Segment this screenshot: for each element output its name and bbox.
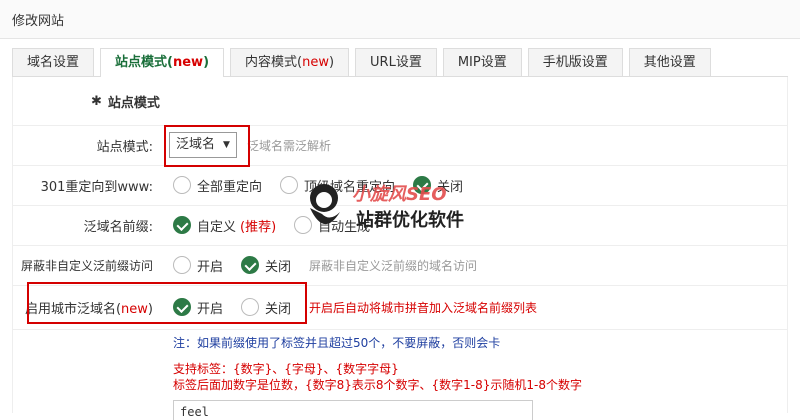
tab-label: 站点模式( bbox=[115, 55, 173, 70]
highlight-box-city bbox=[27, 282, 307, 324]
block-on-option[interactable]: 开启 bbox=[173, 256, 223, 275]
city-hint: 开启后自动将城市拼音加入泛域名前缀列表 bbox=[309, 300, 538, 315]
row-note: 注：如果前缀使用了标签并且超过50个，不要屏蔽，否则会卡 bbox=[13, 329, 787, 355]
radio-circle[interactable] bbox=[173, 176, 191, 194]
tab-mobile-settings[interactable]: 手机版设置 bbox=[527, 48, 623, 76]
tab-content-mode[interactable]: 内容模式(new) bbox=[230, 48, 350, 76]
watermark-brand: 小旋风SEO bbox=[352, 184, 447, 205]
option-label: 全部重定向 bbox=[197, 179, 263, 195]
prefix-textarea[interactable]: feel bbox=[173, 400, 533, 420]
block-hint: 屏蔽非自定义泛前缀的域名访问 bbox=[309, 258, 478, 273]
settings-panel: ✱ 站点模式 站点模式: 泛域名 ▼ 泛域名需泛解析 301重定向到www: 全部… bbox=[12, 77, 788, 420]
tab-label: 其他设置 bbox=[643, 55, 696, 70]
block-label: 屏蔽非自定义泛前缀访问 bbox=[20, 258, 153, 273]
section-header: ✱ 站点模式 bbox=[13, 77, 787, 126]
tab-label: 手机版设置 bbox=[542, 55, 608, 70]
tab-site-mode[interactable]: 站点模式(new) bbox=[100, 48, 225, 77]
tab-new-badge: new bbox=[302, 55, 329, 70]
option-label: 自定义 bbox=[197, 219, 237, 235]
radio-checked[interactable] bbox=[241, 256, 260, 274]
radio-circle[interactable] bbox=[280, 176, 299, 194]
window-title-text: 修改网站 bbox=[12, 13, 65, 29]
tab-label-close: ) bbox=[203, 55, 210, 70]
section-title-wrap: ✱ 站点模式 bbox=[13, 92, 160, 111]
section-title: 站点模式 bbox=[107, 95, 160, 111]
tab-url-settings[interactable]: URL设置 bbox=[355, 48, 437, 76]
row-block-prefix: 屏蔽非自定义泛前缀访问 开启 关闭 屏蔽非自定义泛前缀的域名访问 bbox=[13, 245, 787, 286]
tag-help-line1: 支持标签：{数字}、{字母}、{数字字母} bbox=[173, 362, 399, 376]
prefix-label: 泛域名前缀: bbox=[83, 219, 153, 235]
tab-domain-settings[interactable]: 域名设置 bbox=[12, 48, 95, 76]
tag-help: 支持标签：{数字}、{字母}、{数字字母} 标签后面加数字是位数，{数字8}表示… bbox=[173, 361, 582, 393]
tab-label: URL设置 bbox=[370, 55, 422, 70]
tab-other-settings[interactable]: 其他设置 bbox=[628, 48, 711, 76]
textarea-value: feel bbox=[180, 405, 209, 419]
site-mode-label: 站点模式: bbox=[96, 139, 153, 155]
tab-bar: 域名设置 站点模式(new) 内容模式(new) URL设置 MIP设置 手机版… bbox=[12, 48, 788, 77]
prefix-note: 注：如果前缀使用了标签并且超过50个，不要屏蔽，否则会卡 bbox=[173, 335, 501, 350]
block-off-option[interactable]: 关闭 bbox=[241, 256, 291, 275]
prefix-custom-option[interactable]: 自定义 (推荐) bbox=[173, 216, 276, 235]
tag-help-line2: 标签后面加数字是位数，{数字8}表示8个数字、{数字1-8}示随机1-8个数字 bbox=[173, 378, 583, 392]
window-title: 修改网站 bbox=[0, 0, 800, 39]
tab-label: 内容模式( bbox=[245, 55, 303, 70]
option-label: 开启 bbox=[197, 259, 224, 275]
option-label: 关闭 bbox=[265, 259, 292, 275]
radio-checked[interactable] bbox=[173, 216, 191, 234]
highlight-box-site-mode bbox=[164, 125, 250, 167]
tab-label: 域名设置 bbox=[27, 55, 80, 70]
redirect-label: 301重定向到www: bbox=[40, 179, 153, 195]
watermark-sub: 站群优化软件 bbox=[356, 210, 464, 231]
tab-label-close: ) bbox=[328, 55, 335, 70]
tab-label: MIP设置 bbox=[457, 55, 507, 70]
tab-mip-settings[interactable]: MIP设置 bbox=[442, 48, 522, 76]
watermark: 小旋风SEO 站群优化软件 bbox=[300, 178, 500, 238]
redirect-all-option[interactable]: 全部重定向 bbox=[173, 176, 262, 195]
recommended-note: (推荐) bbox=[240, 219, 277, 235]
mascot-logo-icon bbox=[300, 178, 348, 232]
radio-circle[interactable] bbox=[173, 256, 191, 274]
row-site-mode: 站点模式: 泛域名 ▼ 泛域名需泛解析 bbox=[13, 125, 787, 166]
site-mode-hint: 泛域名需泛解析 bbox=[246, 138, 331, 153]
gear-icon: ✱ bbox=[91, 93, 102, 109]
tab-new-badge: new bbox=[172, 55, 204, 70]
